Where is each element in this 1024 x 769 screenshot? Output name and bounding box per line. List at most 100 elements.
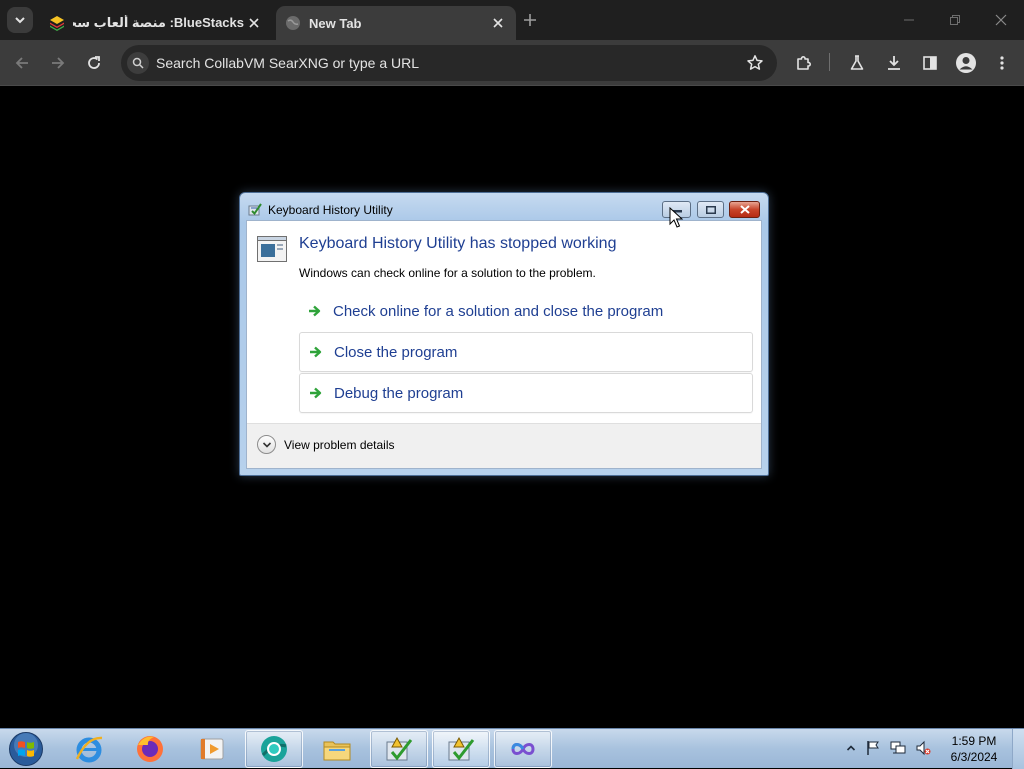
- clock-date: 6/3/2024: [950, 750, 998, 764]
- taskbar-firefox[interactable]: [121, 730, 179, 768]
- reload-icon: [88, 56, 100, 69]
- option-label: Check online for a solution and close th…: [333, 302, 664, 320]
- taskbar-file-explorer[interactable]: [308, 730, 366, 768]
- browser-toolbar: Search CollabVM SearXNG or type a URL: [0, 40, 1024, 86]
- close-icon: [249, 18, 259, 28]
- arrow-left-icon: [15, 57, 28, 69]
- menu-button[interactable]: [986, 47, 1018, 79]
- more-vertical-icon: [1000, 56, 1004, 70]
- check-online-option[interactable]: Check online for a solution and close th…: [299, 291, 753, 331]
- firefox-icon: [137, 736, 163, 762]
- taskbar-internet-explorer[interactable]: [60, 730, 118, 768]
- taskbar: 1:59 PM 6/3/2024: [0, 728, 1024, 769]
- dialog-heading: Keyboard History Utility has stopped wor…: [299, 235, 617, 252]
- puzzle-icon: [797, 56, 811, 70]
- green-arrow-icon: [310, 387, 322, 399]
- toolbar-separator: [829, 53, 830, 71]
- app-icon: [248, 203, 262, 216]
- green-arrow-icon: [310, 346, 322, 358]
- maximize-icon: [705, 205, 716, 214]
- dialog-titlebar[interactable]: Keyboard History Utility: [240, 193, 768, 221]
- globe-icon: [286, 16, 300, 30]
- tab-bluestacks[interactable]: BlueStacks: منصة ألعاب سحابية ،أندرويد: [40, 6, 272, 40]
- tab-title: New Tab: [309, 15, 362, 31]
- tab-new-tab[interactable]: New Tab: [276, 6, 516, 40]
- tab-close-button[interactable]: [488, 13, 508, 33]
- close-icon: [739, 205, 750, 214]
- downloads-button[interactable]: [878, 47, 910, 79]
- tab-close-button[interactable]: [244, 13, 264, 33]
- show-desktop-button[interactable]: [1012, 729, 1024, 769]
- forward-button[interactable]: [42, 47, 74, 79]
- minimize-window-button[interactable]: [886, 4, 932, 36]
- details-toggle-label[interactable]: View problem details: [284, 438, 395, 452]
- taskbar-media-player[interactable]: [184, 730, 242, 768]
- debug-program-option[interactable]: Debug the program: [299, 373, 753, 413]
- bluestacks-icon: [50, 16, 64, 31]
- chevron-up-icon: [846, 745, 856, 751]
- tab-strip: BlueStacks: منصة ألعاب سحابية ،أندرويد N…: [0, 0, 1024, 40]
- error-report-icon: [448, 736, 475, 761]
- dialog-close-button[interactable]: [729, 201, 760, 218]
- star-icon: [747, 55, 763, 70]
- taskbar-error-report-1[interactable]: [370, 730, 428, 768]
- bookmark-star-button[interactable]: [739, 47, 771, 79]
- option-label: Close the program: [334, 343, 458, 361]
- profile-button[interactable]: [950, 47, 982, 79]
- error-report-icon: [386, 736, 413, 761]
- option-label: Debug the program: [334, 384, 464, 402]
- dialog-maximize-button[interactable]: [697, 201, 724, 218]
- action-center-tray[interactable]: [865, 740, 881, 756]
- details-expander-button[interactable]: [257, 435, 276, 454]
- address-bar[interactable]: Search CollabVM SearXNG or type a URL: [121, 45, 777, 81]
- network-icon: [890, 741, 906, 754]
- tab-search-button[interactable]: [7, 7, 33, 33]
- plus-icon: [524, 14, 536, 26]
- avatar-icon: [956, 53, 976, 73]
- volume-tray[interactable]: [915, 740, 931, 756]
- flag-icon: [867, 741, 879, 755]
- clock-time: 1:59 PM: [951, 734, 997, 748]
- network-tray[interactable]: [890, 740, 906, 756]
- address-placeholder: Search CollabVM SearXNG or type a URL: [156, 55, 419, 71]
- restore-window-button[interactable]: [932, 4, 978, 36]
- taskbar-clock[interactable]: 1:59 PM 6/3/2024: [944, 733, 1004, 765]
- infinity-app-icon: [511, 743, 535, 755]
- tab-title: BlueStacks: منصة ألعاب سحابية ،أندرويد: [73, 15, 244, 30]
- taskbar-infinity-app[interactable]: [494, 730, 552, 768]
- volume-muted-icon: [916, 740, 931, 756]
- close-icon: [995, 14, 1007, 26]
- show-hidden-icons-button[interactable]: [843, 740, 859, 756]
- chromium-icon: [261, 736, 287, 762]
- flask-icon: [850, 55, 864, 70]
- restore-icon: [950, 15, 960, 25]
- side-panel-icon: [923, 56, 937, 70]
- taskbar-error-report-2[interactable]: [432, 730, 490, 768]
- mouse-cursor-icon: [669, 207, 683, 228]
- dialog-message: Windows can check online for a solution …: [299, 266, 596, 280]
- program-window-icon: [257, 236, 287, 262]
- file-explorer-icon: [323, 741, 351, 761]
- media-player-icon: [200, 738, 224, 760]
- chevron-down-icon: [262, 441, 271, 448]
- green-arrow-icon: [309, 305, 321, 317]
- back-button[interactable]: [6, 47, 38, 79]
- minimize-icon: [904, 19, 914, 21]
- close-icon: [493, 18, 503, 28]
- internet-explorer-icon: [75, 736, 103, 763]
- dialog-footer: View problem details: [247, 423, 761, 468]
- error-dialog: Keyboard History Utility Keyboard Histor…: [239, 192, 769, 476]
- new-tab-button[interactable]: [518, 8, 542, 32]
- taskbar-chromium[interactable]: [245, 730, 303, 768]
- chevron-down-icon: [15, 17, 25, 24]
- reload-button[interactable]: [78, 47, 110, 79]
- side-panel-button[interactable]: [914, 47, 946, 79]
- dialog-content: Keyboard History Utility has stopped wor…: [246, 220, 762, 469]
- close-program-option[interactable]: Close the program: [299, 332, 753, 372]
- close-window-button[interactable]: [978, 4, 1024, 36]
- arrow-right-icon: [52, 57, 65, 69]
- extensions-button[interactable]: [788, 47, 820, 79]
- start-button[interactable]: [6, 731, 46, 767]
- windows-start-orb-icon: [9, 732, 43, 766]
- labs-button[interactable]: [841, 47, 873, 79]
